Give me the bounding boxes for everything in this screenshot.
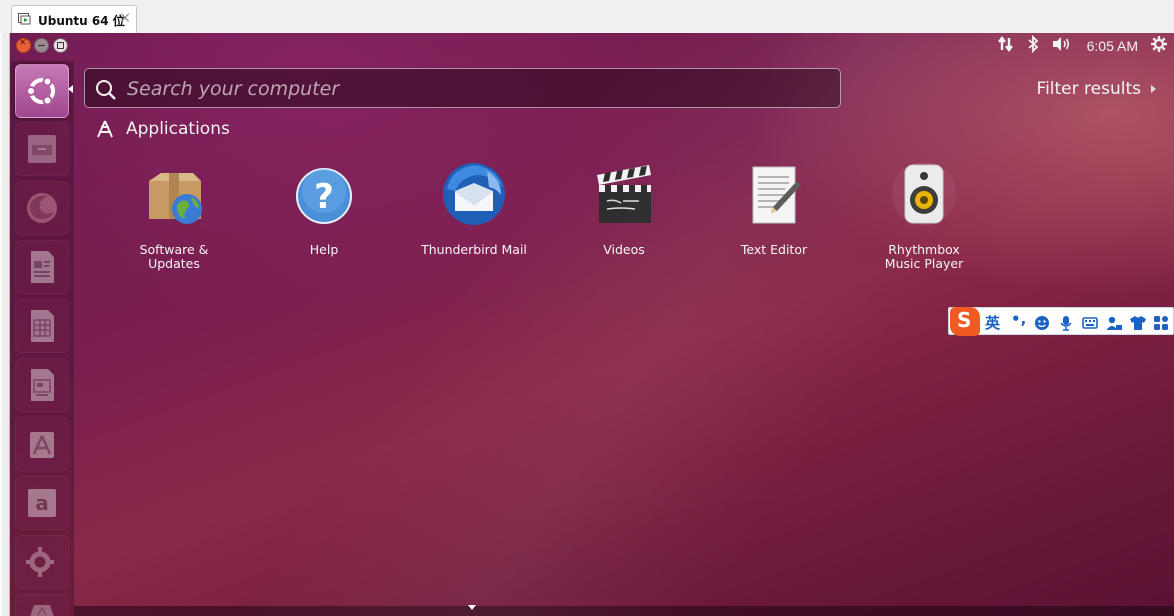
software-updates-icon xyxy=(141,161,207,227)
text-editor-icon xyxy=(741,161,807,227)
dash-expand-handle-icon[interactable] xyxy=(468,605,476,610)
launcher-trash[interactable] xyxy=(15,594,69,616)
search-input[interactable] xyxy=(125,73,829,105)
app-label: Rhythmbox Music Player xyxy=(884,242,964,271)
settings-gear-icon xyxy=(26,547,54,577)
launcher: a xyxy=(10,61,75,616)
app-text-editor[interactable]: Text Editor xyxy=(699,161,849,257)
spreadsheet-icon xyxy=(31,310,54,342)
ime-language-toggle[interactable]: 英 xyxy=(985,312,1000,333)
presentation-icon xyxy=(31,369,54,401)
gear-icon[interactable] xyxy=(1150,35,1168,57)
ime-toolbar: S 英 •, xyxy=(948,307,1174,336)
software-center-icon xyxy=(30,432,54,458)
active-indicator-icon xyxy=(68,85,73,93)
app-label: Help xyxy=(309,242,339,257)
vm-frame-left xyxy=(0,33,10,616)
app-videos[interactable]: Videos xyxy=(549,161,699,257)
firefox-icon xyxy=(27,193,57,223)
clock[interactable]: 6:05 AM xyxy=(1087,38,1138,54)
vm-tab-title: Ubuntu 64 位 xyxy=(38,14,125,28)
search-box[interactable] xyxy=(84,68,841,108)
svg-text:a: a xyxy=(35,491,49,515)
panel-indicators: 6:05 AM xyxy=(985,34,1168,57)
ubuntu-logo-icon xyxy=(26,76,55,106)
amazon-icon: a xyxy=(28,489,56,517)
filter-results-label: Filter results xyxy=(1036,79,1141,99)
sogou-logo-text: S xyxy=(957,308,972,332)
user-account-icon[interactable] xyxy=(1106,315,1122,335)
window-minimize-button[interactable] xyxy=(34,38,49,53)
bluetooth-icon[interactable] xyxy=(1027,34,1039,57)
app-rhythmbox[interactable]: Rhythmbox Music Player xyxy=(849,161,999,271)
dash-bottom-bar xyxy=(74,606,1174,616)
trash-icon xyxy=(30,605,54,616)
rhythmbox-icon xyxy=(891,161,957,227)
app-software-updates[interactable]: Software & Updates xyxy=(99,161,249,271)
app-help[interactable]: ? Help xyxy=(249,161,399,257)
launcher-firefox[interactable] xyxy=(15,181,69,235)
app-label: Text Editor xyxy=(740,242,808,257)
file-cabinet-icon xyxy=(28,135,56,163)
vm-tab-strip: Ubuntu 64 位 × xyxy=(0,0,1174,34)
launcher-system-settings[interactable] xyxy=(15,535,69,589)
videos-icon xyxy=(591,161,657,227)
vm-icon xyxy=(18,13,31,25)
applications-section-header: Applications xyxy=(96,119,230,139)
launcher-software-center[interactable] xyxy=(15,417,69,471)
svg-text:?: ? xyxy=(314,177,334,217)
app-label: Thunderbird Mail xyxy=(421,242,527,257)
volume-icon[interactable] xyxy=(1051,35,1073,57)
sogou-logo[interactable]: S xyxy=(950,307,980,336)
microphone-icon[interactable] xyxy=(1059,315,1073,335)
ubuntu-desktop: 6:05 AM xyxy=(10,33,1174,616)
document-icon xyxy=(31,251,54,283)
search-icon xyxy=(96,80,116,100)
app-label: Software & Updates xyxy=(139,242,209,271)
ime-punctuation-toggle[interactable]: •, xyxy=(1011,310,1026,328)
emoji-icon[interactable] xyxy=(1034,315,1050,335)
vm-tab[interactable]: Ubuntu 64 位 × xyxy=(11,5,137,33)
launcher-writer[interactable] xyxy=(15,240,69,294)
close-tab-icon[interactable]: × xyxy=(119,10,131,26)
filter-results-button[interactable]: Filter results xyxy=(1037,79,1156,99)
app-thunderbird[interactable]: Thunderbird Mail xyxy=(399,161,549,257)
window-close-button[interactable] xyxy=(16,38,31,53)
section-title: Applications xyxy=(126,119,230,139)
expand-arrow-icon xyxy=(1151,85,1156,93)
help-icon: ? xyxy=(291,161,357,227)
dash-home-button[interactable] xyxy=(15,64,69,118)
skin-shirt-icon[interactable] xyxy=(1129,315,1147,335)
launcher-files[interactable] xyxy=(15,122,69,176)
toolbox-grid-icon[interactable] xyxy=(1153,315,1169,335)
launcher-amazon[interactable]: a xyxy=(15,476,69,530)
thunderbird-icon xyxy=(441,161,507,227)
network-icon[interactable] xyxy=(997,35,1015,57)
keyboard-icon[interactable] xyxy=(1082,315,1098,334)
launcher-calc[interactable] xyxy=(15,299,69,353)
applications-category-icon xyxy=(97,120,113,138)
window-maximize-button[interactable] xyxy=(53,38,68,53)
app-label: Videos xyxy=(603,242,645,257)
launcher-impress[interactable] xyxy=(15,358,69,412)
